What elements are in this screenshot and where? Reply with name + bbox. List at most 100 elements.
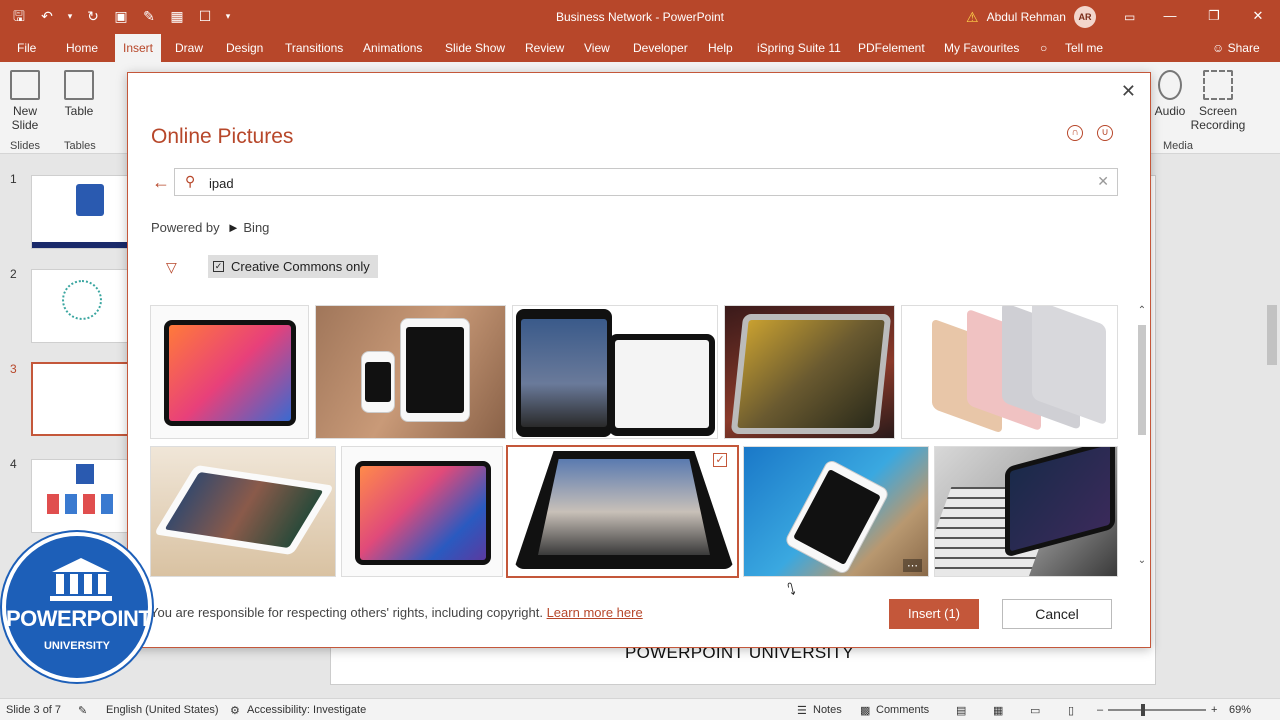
slide-show-icon[interactable]: ▯ — [1068, 704, 1074, 717]
comments-icon[interactable]: ▩ — [860, 704, 870, 717]
tab-draw[interactable]: Draw — [175, 34, 203, 62]
comments-button[interactable]: Comments — [876, 704, 929, 716]
frown-feedback-icon[interactable]: ∪ — [1097, 125, 1113, 141]
zoom-in-icon[interactable]: + — [1211, 704, 1217, 716]
zoom-slider-thumb[interactable] — [1141, 704, 1145, 716]
notes-icon[interactable]: ☰ — [797, 704, 807, 717]
warning-icon[interactable]: ⚠ — [966, 9, 979, 26]
results-scroll-thumb[interactable] — [1138, 325, 1146, 435]
notes-button[interactable]: Notes — [813, 704, 842, 716]
tab-review[interactable]: Review — [525, 34, 564, 62]
zoom-level[interactable]: 69% — [1229, 704, 1251, 716]
tab-pdfelement[interactable]: PDFelement — [858, 34, 925, 62]
close-icon[interactable]: ✕ — [1236, 5, 1280, 27]
table-icon — [64, 70, 94, 100]
status-bar: Slide 3 of 7 ✎ English (United States) ⚙… — [0, 698, 1280, 720]
image-result[interactable] — [512, 305, 718, 439]
image-result[interactable] — [150, 305, 309, 439]
user-name[interactable]: Abdul Rehman — [987, 10, 1066, 24]
tab-design[interactable]: Design — [226, 34, 263, 62]
creative-commons-label: Creative Commons only — [231, 259, 370, 274]
image-results-grid: ✓ ⋯ — [150, 305, 1120, 578]
group-tables-label: Tables — [64, 140, 96, 152]
bing-label: Bing — [243, 220, 270, 235]
tab-developer[interactable]: Developer — [633, 34, 688, 62]
minimize-icon[interactable]: — — [1148, 5, 1192, 27]
share-label: Share — [1227, 41, 1260, 55]
tab-home[interactable]: Home — [66, 34, 98, 62]
search-icon: ⚲ — [185, 173, 196, 189]
tab-view[interactable]: View — [584, 34, 610, 62]
reading-view-icon[interactable]: ▭ — [1030, 704, 1040, 717]
tab-animations[interactable]: Animations — [363, 34, 422, 62]
accessibility-icon[interactable]: ⚙ — [230, 704, 240, 717]
new-slide-label-2: Slide — [11, 118, 39, 132]
image-result[interactable]: ⋯ — [743, 446, 929, 577]
tab-insert[interactable]: Insert — [115, 34, 162, 62]
editor-scroll-thumb[interactable] — [1267, 305, 1277, 365]
normal-view-icon[interactable]: ▤ — [956, 704, 966, 717]
audio-button[interactable]: Audio — [1153, 70, 1187, 118]
editor-vertical-scrollbar[interactable] — [1264, 155, 1280, 700]
group-media-label: Media — [1163, 140, 1193, 152]
tab-slide-show[interactable]: Slide Show — [445, 34, 505, 62]
new-slide-icon — [10, 70, 40, 100]
avatar[interactable]: AR — [1073, 6, 1096, 28]
ipad-landscape-graphic — [609, 334, 715, 436]
spell-check-icon[interactable]: ✎ — [78, 704, 87, 717]
slide-thumbnail-3[interactable] — [31, 362, 131, 436]
ipad-graphic — [730, 314, 892, 434]
tab-help[interactable]: Help — [708, 34, 733, 62]
tab-transitions[interactable]: Transitions — [285, 34, 343, 62]
image-result[interactable] — [901, 305, 1118, 439]
tab-ispring[interactable]: iSpring Suite 11 — [757, 34, 841, 62]
restore-icon[interactable]: ❐ — [1192, 5, 1236, 27]
image-result[interactable] — [724, 305, 895, 439]
zoom-slider[interactable] — [1108, 709, 1206, 711]
scroll-down-icon[interactable]: ⌄ — [1136, 555, 1148, 566]
image-result[interactable] — [150, 446, 336, 577]
learn-more-link[interactable]: Learn more here — [547, 605, 643, 620]
zoom-out-icon[interactable]: – — [1097, 704, 1103, 716]
table-button[interactable]: Table — [62, 70, 96, 118]
image-result[interactable] — [315, 305, 506, 439]
tab-my-favourites[interactable]: My Favourites — [944, 34, 1019, 62]
creative-commons-checkbox[interactable]: ✓ Creative Commons only — [208, 255, 378, 278]
slide-info[interactable]: Slide 3 of 7 — [6, 704, 61, 716]
logo-title: POWERPOINT — [6, 606, 152, 631]
filter-icon[interactable]: ▽ — [166, 259, 177, 276]
smiley-feedback-icon[interactable]: ∩ — [1067, 125, 1083, 141]
lightbulb-icon: ○ — [1040, 41, 1048, 55]
accessibility-status[interactable]: Accessibility: Investigate — [247, 704, 366, 716]
ribbon-display-icon[interactable]: ▭ — [1124, 10, 1135, 24]
results-scrollbar[interactable]: ⌃ ⌄ — [1136, 305, 1148, 577]
slide-number-3: 3 — [10, 362, 17, 376]
slide-thumbnail-4[interactable] — [31, 459, 131, 533]
cancel-button[interactable]: Cancel — [1002, 599, 1112, 629]
close-icon[interactable]: ✕ — [1121, 81, 1136, 102]
tab-file[interactable]: File — [17, 34, 36, 62]
selected-check-icon[interactable]: ✓ — [713, 453, 727, 467]
search-query[interactable]: ipad — [209, 176, 234, 191]
back-arrow-icon[interactable]: ← — [152, 172, 170, 193]
image-result[interactable] — [934, 446, 1118, 577]
new-slide-button[interactable]: New Slide — [8, 70, 42, 132]
ipad-newspaper-screen — [615, 340, 709, 428]
more-options-icon[interactable]: ⋯ — [903, 559, 922, 572]
image-result-selected[interactable]: ✓ — [506, 445, 739, 578]
insert-button[interactable]: Insert (1) — [889, 599, 979, 629]
slide-thumbnail-1[interactable] — [31, 175, 131, 249]
slide-1-logo-shape — [76, 184, 104, 216]
language[interactable]: English (United States) — [106, 704, 219, 716]
slide-thumbnail-2[interactable] — [31, 269, 131, 343]
slide-sorter-icon[interactable]: ▦ — [993, 704, 1003, 717]
powerpoint-university-logo: POWERPOINT UNIVERSITY — [2, 532, 152, 682]
image-result[interactable] — [341, 446, 503, 577]
checkbox-check-icon: ✓ — [213, 261, 224, 272]
scroll-up-icon[interactable]: ⌃ — [1136, 305, 1148, 316]
clear-search-icon[interactable]: ✕ — [1097, 173, 1109, 190]
search-input[interactable]: ⚲ ipad ✕ — [174, 168, 1118, 196]
tell-me-search[interactable]: Tell me — [1065, 34, 1103, 62]
screen-recording-button[interactable]: Screen Recording — [1190, 70, 1246, 132]
share-button[interactable]: ☺ Share — [1212, 34, 1260, 62]
